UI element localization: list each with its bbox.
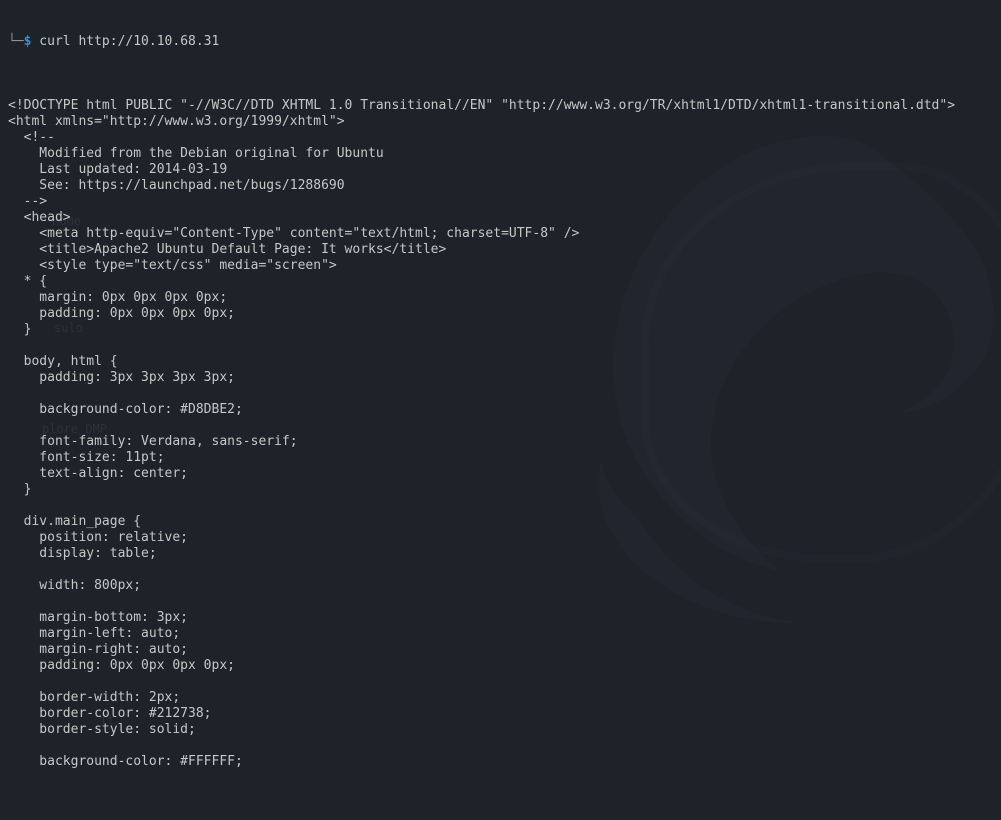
- output-line: border-style: solid;: [8, 722, 993, 738]
- output-line: [8, 594, 993, 610]
- terminal-area[interactable]: └─$ curl http://10.10.68.31 <!DOCTYPE ht…: [0, 0, 1001, 820]
- output-line: font-family: Verdana, sans-serif;: [8, 434, 993, 450]
- output-line: display: table;: [8, 546, 993, 562]
- output-line: font-size: 11pt;: [8, 450, 993, 466]
- output-line: body, html {: [8, 354, 993, 370]
- output-line: width: 800px;: [8, 578, 993, 594]
- output-line: <!DOCTYPE html PUBLIC "-//W3C//DTD XHTML…: [8, 98, 993, 114]
- output-line: padding: 0px 0px 0px 0px;: [8, 658, 993, 674]
- output-line: [8, 338, 993, 354]
- output-line: position: relative;: [8, 530, 993, 546]
- output-line: }: [8, 482, 993, 498]
- terminal-output: <!DOCTYPE html PUBLIC "-//W3C//DTD XHTML…: [8, 82, 993, 802]
- prompt-dollar: $: [24, 34, 32, 50]
- command-input[interactable]: curl http://10.10.68.31: [31, 34, 219, 50]
- output-line: border-width: 2px;: [8, 690, 993, 706]
- output-line: padding: 0px 0px 0px 0px;: [8, 306, 993, 322]
- output-line: -->: [8, 194, 993, 210]
- output-line: [8, 738, 993, 754]
- output-line: margin-left: auto;: [8, 626, 993, 642]
- prompt-prefix: └─: [8, 34, 24, 50]
- output-line: <title>Apache2 Ubuntu Default Page: It w…: [8, 242, 993, 258]
- output-line: margin: 0px 0px 0px 0px;: [8, 290, 993, 306]
- output-line: Last updated: 2014-03-19: [8, 162, 993, 178]
- output-line: [8, 418, 993, 434]
- output-line: background-color: #FFFFFF;: [8, 754, 993, 770]
- output-line: div.main_page {: [8, 514, 993, 530]
- output-line: [8, 786, 993, 802]
- output-line: See: https://launchpad.net/bugs/1288690: [8, 178, 993, 194]
- output-line: [8, 770, 993, 786]
- output-line: background-color: #D8DBE2;: [8, 402, 993, 418]
- output-line: text-align: center;: [8, 466, 993, 482]
- output-line: padding: 3px 3px 3px 3px;: [8, 370, 993, 386]
- output-line: <head>: [8, 210, 993, 226]
- output-line: Modified from the Debian original for Ub…: [8, 146, 993, 162]
- output-line: [8, 674, 993, 690]
- output-line: [8, 82, 993, 98]
- output-line: [8, 498, 993, 514]
- output-line: <!--: [8, 130, 993, 146]
- prompt-line: └─$ curl http://10.10.68.31: [8, 34, 993, 50]
- output-line: border-color: #212738;: [8, 706, 993, 722]
- output-line: margin-right: auto;: [8, 642, 993, 658]
- output-line: * {: [8, 274, 993, 290]
- output-line: margin-bottom: 3px;: [8, 610, 993, 626]
- output-line: [8, 386, 993, 402]
- output-line: <style type="text/css" media="screen">: [8, 258, 993, 274]
- output-line: <html xmlns="http://www.w3.org/1999/xhtm…: [8, 114, 993, 130]
- output-line: [8, 562, 993, 578]
- output-line: <meta http-equiv="Content-Type" content=…: [8, 226, 993, 242]
- output-line: }: [8, 322, 993, 338]
